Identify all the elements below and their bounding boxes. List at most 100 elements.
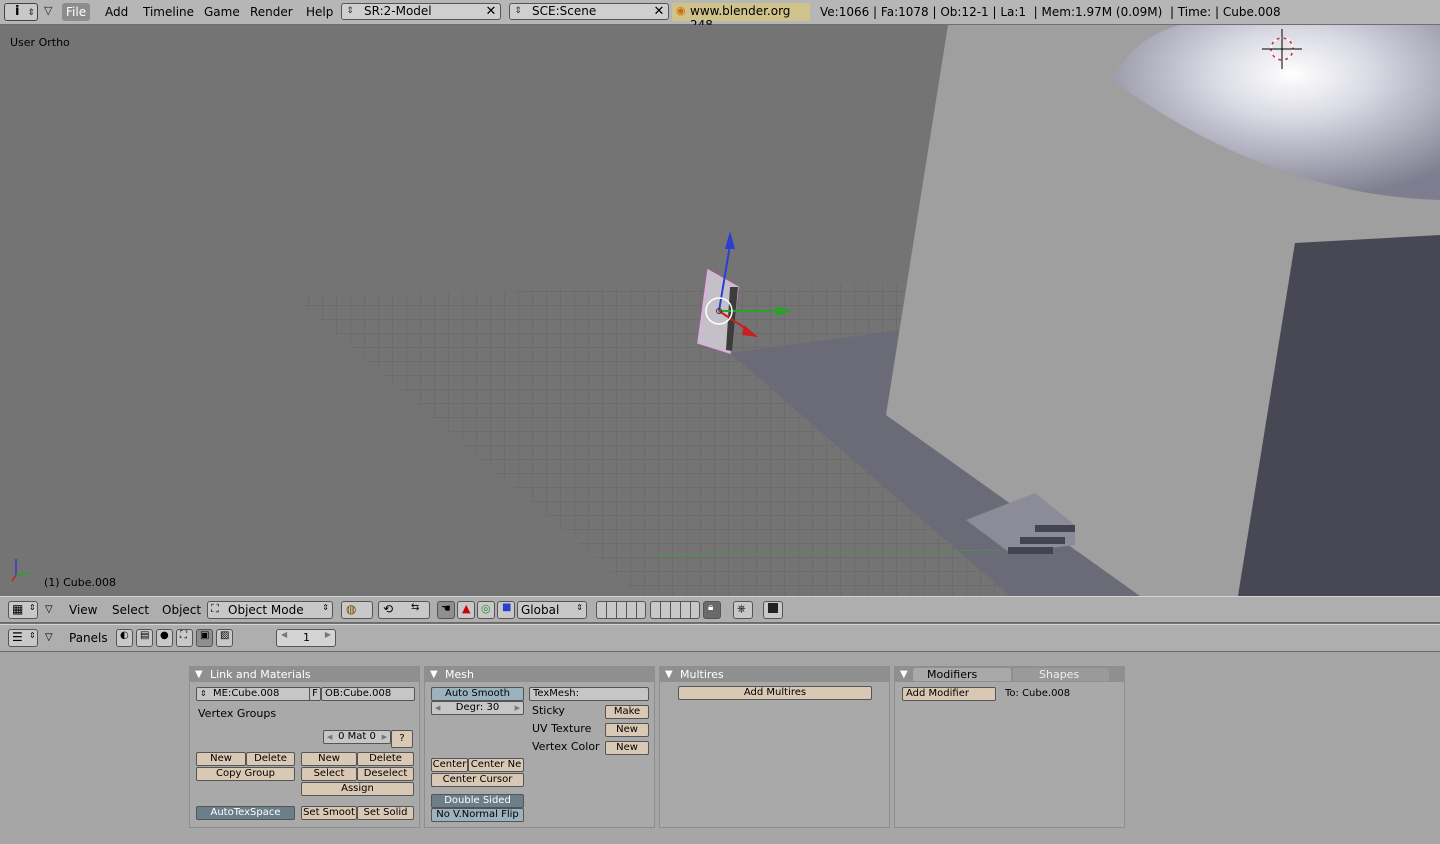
object-name-field[interactable]: OB:Cube.008 [321,687,415,701]
logic-context-icon[interactable]: ◐ [116,629,133,647]
collapse-triangle-icon[interactable]: ▼ [430,667,438,682]
menu-game[interactable]: Game [200,3,244,21]
collapse-triangle-icon[interactable]: ▼ [665,667,673,682]
collapse-menu-icon[interactable]: ▽ [44,4,52,17]
uv-texture-new-button[interactable]: New [605,723,649,737]
pivot-icon[interactable]: ⟲ ⇆ [378,601,430,619]
menu-render[interactable]: Render [246,3,297,21]
info-header: i ⇕ ▽ File Add Timeline Game Render Help … [0,0,1440,32]
material-delete-button[interactable]: Delete [357,752,414,766]
manipulator-toggle-icon[interactable]: ☚ [437,601,455,619]
copy-group-button[interactable]: Copy Group [196,767,295,781]
screen-selector[interactable]: ⇕ SR:2-Model ✕ [341,3,501,20]
draw-type-icon[interactable]: ◍ [341,601,373,619]
mode-label[interactable]: Object Mode [228,603,304,617]
3d-viewport[interactable]: User Ortho (1) Cube.008 [0,25,1440,596]
material-index-field[interactable]: ◀ 0 Mat 0 ▶ [323,730,391,744]
frame-value[interactable]: 1 [303,631,310,644]
scale-icon[interactable]: ■ [497,601,515,619]
editor-type-icon[interactable]: i ⇕ [4,3,38,21]
scene-selector[interactable]: ⇕ SCE:Scene ✕ [509,3,669,20]
collapse-triangle-icon[interactable]: ▼ [195,667,203,682]
center-new-button[interactable]: Center Ne [468,758,524,772]
smooth-degree-field[interactable]: ◀ Degr: 30 ▶ [431,701,524,715]
auto-smooth-toggle[interactable]: Auto Smooth [431,687,524,701]
shading-context-icon[interactable]: ● [156,629,173,647]
set-smooth-button[interactable]: Set Smoot [301,806,357,820]
collapse-menu-icon[interactable]: ▽ [45,602,53,618]
updown-icon[interactable]: ⇕ [510,4,526,19]
texmesh-field[interactable]: TexMesh: [529,687,649,701]
panel-tabs: ▼ Modifiers Shapes [895,667,1124,682]
menu-help[interactable]: Help [302,3,337,21]
frame-field[interactable]: ◀ 1 ▶ [276,629,336,647]
sticky-label: Sticky [532,704,565,717]
scene-stats: Ve:1066 | Fa:1078 | Ob:12-1 | La:1 | Mem… [820,5,1281,19]
axis-gizmo-icon [11,559,31,582]
material-new-button[interactable]: New [301,752,357,766]
layers-grid-b[interactable] [650,601,700,619]
autotexspace-toggle[interactable]: AutoTexSpace [196,806,295,820]
rotate-icon[interactable]: ◎ [477,601,495,619]
lock-icon[interactable]: 🔒︎ [703,601,721,619]
tab-shapes[interactable]: Shapes [1013,668,1109,681]
menu-object[interactable]: Object [162,602,201,618]
collapse-triangle-icon[interactable]: ▼ [900,667,908,682]
close-icon[interactable]: ✕ [651,4,667,19]
material-assign-button[interactable]: Assign [301,782,414,796]
mesh-name-field[interactable]: ⇕ ME:Cube.008 [196,687,316,701]
modifier-target-label: To: Cube.008 [1005,688,1071,699]
vertex-color-label: Vertex Color [532,740,600,753]
material-deselect-button[interactable]: Deselect [357,767,414,781]
panels-menu[interactable]: Panels [69,630,108,646]
blender-link[interactable]: ◉ www.blender.org 248 [672,3,810,32]
tab-modifiers[interactable]: Modifiers [913,668,1011,681]
render-preview-icon[interactable] [763,601,783,619]
panel-title[interactable]: ▼ Multires [660,667,889,682]
translate-icon[interactable]: ▲ [457,601,475,619]
menu-select[interactable]: Select [112,602,149,618]
add-multires-button[interactable]: Add Multires [678,686,872,700]
panel-title[interactable]: ▼ Link and Materials [190,667,419,682]
panel-mesh: ▼ Mesh Auto Smooth ◀ Degr: 30 ▶ TexMesh: St… [424,666,655,828]
orientation-label[interactable]: Global [521,603,559,617]
scene-name[interactable]: SCE:Scene [532,4,596,19]
panel-title[interactable]: ▼ Mesh [425,667,654,682]
center-cursor-button[interactable]: Center Cursor [431,773,524,787]
editor-type-buttons-icon[interactable]: ☰ ⇕ [8,629,38,647]
set-solid-button[interactable]: Set Solid [357,806,414,820]
sticky-make-button[interactable]: Make [605,705,649,719]
panel-modifiers: ▼ Modifiers Shapes Add Modifier To: Cube… [894,666,1125,828]
menu-timeline[interactable]: Timeline [139,3,198,21]
object-context-icon[interactable]: ⛶ [176,629,193,647]
double-sided-toggle[interactable]: Double Sided [431,794,524,808]
vertex-color-new-button[interactable]: New [605,741,649,755]
updown-icon[interactable]: ⇕ [342,4,358,19]
material-help-button[interactable]: ? [391,730,413,748]
editor-type-grid-icon[interactable]: ▦ ⇕ [8,601,38,619]
center-button[interactable]: Center [431,758,468,772]
menu-view[interactable]: View [69,602,97,618]
object-label: (1) Cube.008 [44,576,116,589]
close-icon[interactable]: ✕ [483,4,499,19]
vgroup-new-button[interactable]: New [196,752,246,766]
editing-context-icon[interactable]: ▣ [196,629,213,647]
mode-selector[interactable]: ⛶ Object Mode ⇕ [207,601,333,619]
3d-view-header: ▦ ⇕ ▽ View Select Object ⛶ Object Mode ⇕ … [0,596,1440,623]
layers-grid-a[interactable] [596,601,646,619]
scene-context-icon[interactable]: ▨ [216,629,233,647]
screen-name[interactable]: SR:2-Model [364,4,432,19]
view-label: User Ortho [10,36,70,49]
add-modifier-button[interactable]: Add Modifier [902,687,996,701]
render-icon[interactable]: ⎈ [733,601,753,619]
material-select-button[interactable]: Select [301,767,357,781]
script-context-icon[interactable]: ▤ [136,629,153,647]
fake-user-button[interactable]: F [309,687,321,701]
collapse-menu-icon[interactable]: ▽ [45,630,53,646]
buttons-header: ☰ ⇕ ▽ Panels ◐ ▤ ● ⛶ ▣ ▨ ◀ 1 ▶ [0,624,1440,652]
menu-file[interactable]: File [62,3,91,21]
no-vnormal-flip-toggle[interactable]: No V.Normal Flip [431,808,524,822]
orientation-selector[interactable]: Global ⇕ [517,601,587,619]
vgroup-delete-button[interactable]: Delete [246,752,295,766]
menu-add[interactable]: Add [101,3,132,21]
